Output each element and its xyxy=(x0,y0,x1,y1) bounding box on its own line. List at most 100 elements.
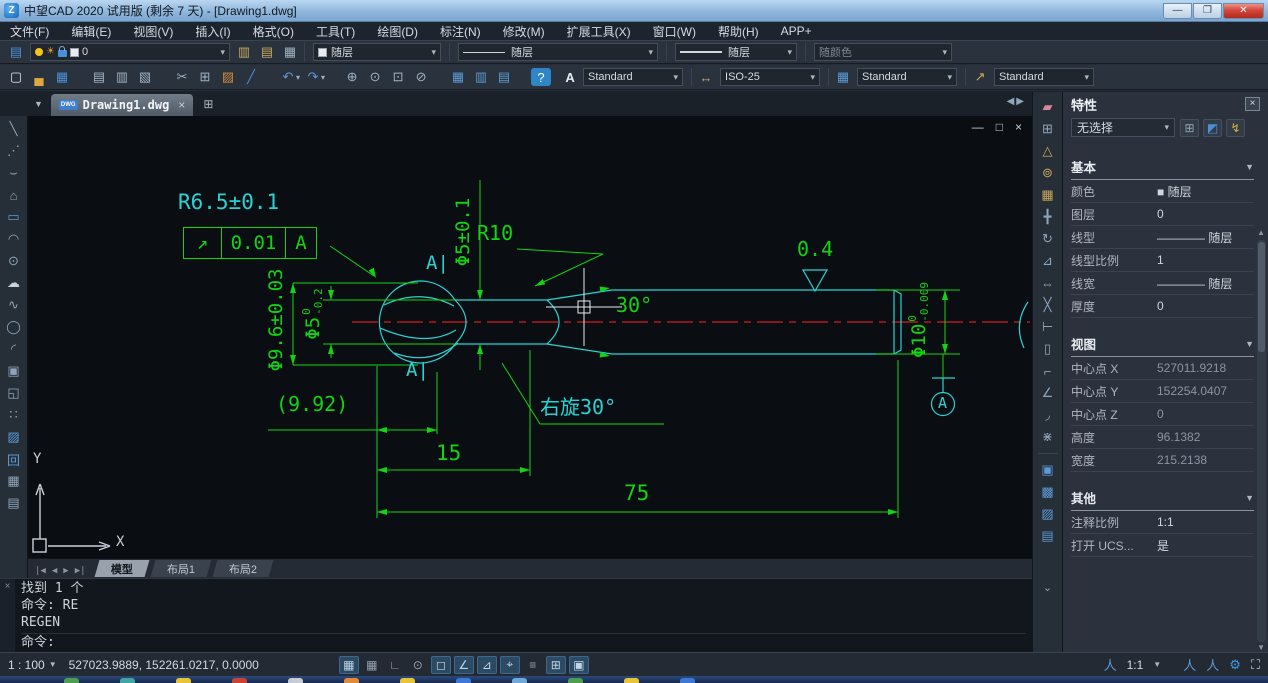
plot-icon[interactable]: ▧ xyxy=(135,68,155,86)
pan-icon[interactable]: ⊕ xyxy=(342,68,362,86)
hatch-icon[interactable]: ▨ xyxy=(3,428,25,446)
property-row[interactable]: 中心点 Y 152254.0407 xyxy=(1071,380,1254,403)
grid-toggle[interactable]: ▦ xyxy=(339,656,359,674)
bring-to-front-icon[interactable]: ▣ xyxy=(1037,461,1059,479)
doc-minimize-button[interactable]: — xyxy=(972,120,984,134)
tab-scroll-arrows[interactable]: ◀▶ xyxy=(1007,96,1026,107)
line-icon[interactable]: ╲ xyxy=(3,120,25,138)
property-row[interactable]: 宽度 215.2138 xyxy=(1071,449,1254,472)
polygon-icon[interactable]: ⌂ xyxy=(3,186,25,204)
layer-manager-dialog-icon[interactable]: ▤ xyxy=(6,43,26,61)
menu-item[interactable]: 帮助(H) xyxy=(718,23,759,40)
scrollbar-thumb[interactable] xyxy=(1258,242,1265,352)
taskbar-app-icon[interactable] xyxy=(288,678,303,683)
menu-item[interactable]: APP+ xyxy=(781,24,812,38)
copy-icon[interactable]: ⊞ xyxy=(195,68,215,86)
menu-item[interactable]: 文件(F) xyxy=(10,23,49,40)
new-document-button[interactable]: ⊞ xyxy=(203,97,213,111)
print-preview-icon[interactable]: ▥ xyxy=(112,68,132,86)
match-properties-icon[interactable]: ╱ xyxy=(241,68,261,86)
dyn-input-toggle[interactable]: ⌖ xyxy=(500,656,520,674)
taskbar-app-icon[interactable] xyxy=(232,678,247,683)
new-file-icon[interactable]: ▢ xyxy=(6,68,26,86)
layout-nav-arrow[interactable]: ▶| xyxy=(75,566,86,576)
zoom-window-icon[interactable]: ⊡ xyxy=(388,68,408,86)
gear-icon[interactable]: ⚙ xyxy=(1229,657,1241,673)
table-icon[interactable]: ▥ xyxy=(471,68,491,86)
lineweight-toggle[interactable]: ≡ xyxy=(523,656,543,674)
table-grid-icon[interactable]: ▦ xyxy=(3,472,25,490)
mirror-icon[interactable]: △ xyxy=(1037,142,1059,160)
annotation-scale-value[interactable]: 1:1 xyxy=(1127,658,1144,672)
send-to-back-icon[interactable]: ▩ xyxy=(1037,483,1059,501)
transparency-toggle[interactable]: ▣ xyxy=(569,656,589,674)
array-icon[interactable]: ▦ xyxy=(1037,186,1059,204)
menu-item[interactable]: 编辑(E) xyxy=(71,23,111,40)
section-header-other[interactable]: 其他▼ xyxy=(1071,488,1254,511)
property-row[interactable]: 中心点 X 527011.9218 xyxy=(1071,357,1254,380)
send-under-icon[interactable]: ▤ xyxy=(1037,527,1059,545)
tab-close-icon[interactable]: × xyxy=(178,98,185,112)
chevron-down-icon[interactable]: ▼ xyxy=(1153,660,1161,669)
property-row[interactable]: 厚度 0 xyxy=(1071,295,1254,318)
menu-item[interactable]: 插入(I) xyxy=(195,23,230,40)
revcloud-icon[interactable]: ☁ xyxy=(3,274,25,292)
paste-icon[interactable]: ▨ xyxy=(218,68,238,86)
auto-annotation-icon[interactable]: 人 xyxy=(1183,655,1196,674)
calculator-icon[interactable]: ▦ xyxy=(448,68,468,86)
ducs-toggle[interactable]: ⊿ xyxy=(477,656,497,674)
polyline-icon[interactable]: ⌣ xyxy=(3,164,25,182)
move-icon[interactable]: ╋ xyxy=(1037,208,1059,226)
chamfer-icon[interactable]: ∠ xyxy=(1037,384,1059,402)
open-file-icon[interactable]: ▄ xyxy=(29,68,49,86)
menu-item[interactable]: 扩展工具(X) xyxy=(567,23,631,40)
cut-icon[interactable]: ✂ xyxy=(172,68,192,86)
undo-icon[interactable]: ↶ xyxy=(278,68,298,86)
property-row[interactable]: 颜色 ■ 随层 xyxy=(1071,180,1254,203)
fillet-icon[interactable]: ◞ xyxy=(1037,406,1059,424)
layer-control-dropdown[interactable]: ☀ 0 ▾ xyxy=(30,43,230,61)
dim-style-dropdown[interactable]: ISO-25▾ xyxy=(720,68,820,86)
property-row[interactable]: 打开 UCS... 是 xyxy=(1071,534,1254,557)
help-icon[interactable]: ? xyxy=(531,68,551,86)
erase-icon[interactable]: ▰ xyxy=(1037,98,1059,116)
stretch-icon[interactable]: ⇔ xyxy=(1037,274,1059,292)
xline-icon[interactable]: ⋰ xyxy=(3,142,25,160)
document-tab[interactable]: DWG Drawing1.dwg × xyxy=(51,94,193,116)
doc-restore-button[interactable]: □ xyxy=(996,120,1003,134)
polar-toggle[interactable]: ⊙ xyxy=(408,656,428,674)
menu-item[interactable]: 格式(O) xyxy=(253,23,294,40)
menu-item[interactable]: 标注(N) xyxy=(440,23,481,40)
save-icon[interactable]: ▦ xyxy=(52,68,72,86)
sheet-icon[interactable]: ▤ xyxy=(494,68,514,86)
ellipse-icon[interactable]: ◯ xyxy=(3,318,25,336)
ellipse-arc-icon[interactable]: ◜ xyxy=(3,340,25,358)
bring-above-icon[interactable]: ▨ xyxy=(1037,505,1059,523)
mleader-style-icon[interactable]: ↗ xyxy=(970,68,990,86)
boundary-icon[interactable]: 回 xyxy=(3,450,25,468)
toggle-pickadd-icon[interactable]: ↯ xyxy=(1226,119,1245,137)
menu-item[interactable]: 绘图(D) xyxy=(377,23,418,40)
lineweight-control-dropdown[interactable]: 随层 ▾ xyxy=(675,43,797,61)
rotate-icon[interactable]: ↻ xyxy=(1037,230,1059,248)
menu-item[interactable]: 窗口(W) xyxy=(653,23,696,40)
property-row[interactable]: 中心点 Z 0 xyxy=(1071,403,1254,426)
taskbar-app-icon[interactable] xyxy=(176,678,191,683)
property-row[interactable]: 注释比例 1:1 xyxy=(1071,511,1254,534)
section-header-basic[interactable]: 基本▼ xyxy=(1071,157,1254,180)
scroll-down-icon[interactable]: ▼ xyxy=(1257,643,1265,652)
dock-arrow-icon[interactable]: ▼ xyxy=(34,99,43,109)
layer-states-icon[interactable]: ▤ xyxy=(257,43,277,61)
color-control-dropdown[interactable]: 随层 ▾ xyxy=(313,43,441,61)
rectangle-icon[interactable]: ▭ xyxy=(3,208,25,226)
trim-icon[interactable]: ╳ xyxy=(1037,296,1059,314)
print-icon[interactable]: ▤ xyxy=(89,68,109,86)
maximize-button[interactable]: ❐ xyxy=(1193,3,1222,19)
taskbar-app-icon[interactable] xyxy=(568,678,583,683)
dim-style-icon[interactable]: ↔ xyxy=(696,68,716,86)
quick-select-icon[interactable]: ◩ xyxy=(1203,119,1222,137)
redo-icon[interactable]: ↷ xyxy=(303,68,323,86)
taskbar-app-icon[interactable] xyxy=(64,678,79,683)
taskbar-app-icon[interactable] xyxy=(680,678,695,683)
insert-block-icon[interactable]: ▣ xyxy=(3,362,25,380)
